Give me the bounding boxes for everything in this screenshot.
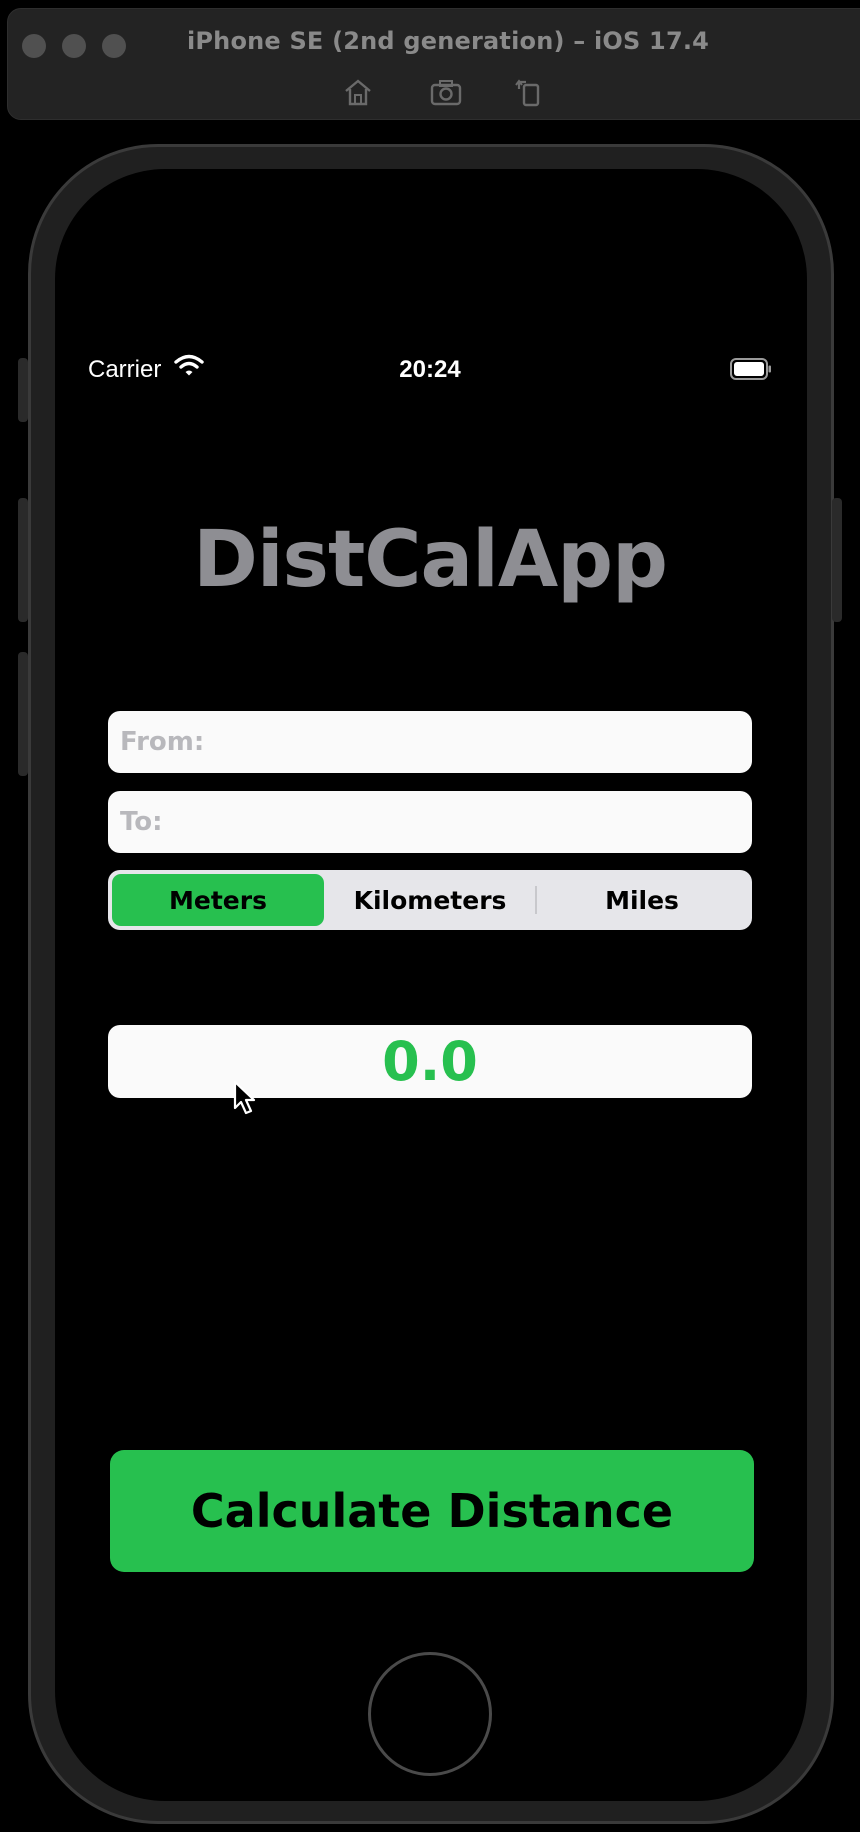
power-button [832,498,842,622]
segment-meters[interactable]: Meters [112,874,324,926]
calculate-distance-label: Calculate Distance [190,1484,674,1538]
segment-miles-label: Miles [605,885,679,915]
home-icon[interactable] [341,77,375,107]
mute-switch [18,358,28,422]
status-time: 20:24 [399,356,461,383]
rotate-icon[interactable] [513,77,547,107]
battery-icon [730,358,772,380]
app-title: DistCalApp [193,515,668,605]
volume-down-button [18,652,28,776]
segment-meters-label: Meters [169,885,267,915]
to-input[interactable] [108,791,752,853]
segment-kilometers-label: Kilometers [353,885,507,915]
screenshot-icon[interactable] [429,77,463,107]
mouse-pointer-icon [232,1080,260,1120]
segment-miles[interactable]: Miles [536,874,748,926]
calculate-distance-button[interactable]: Calculate Distance [110,1450,754,1572]
segment-kilometers[interactable]: Kilometers [324,874,537,926]
unit-segmented-control: Meters Kilometers Miles [108,870,752,930]
iphone-frame [28,144,834,1824]
simulator-title-bar: iPhone SE (2nd generation) – iOS 17.4 [7,8,860,120]
distance-result-value: 0.0 [382,1030,478,1093]
status-bar: Carrier 20:24 [88,352,772,388]
simulator-title: iPhone SE (2nd generation) – iOS 17.4 [186,27,710,55]
volume-up-button [18,498,28,622]
from-input[interactable] [108,711,752,773]
distance-result: 0.0 [108,1025,752,1098]
home-button[interactable] [368,1652,492,1776]
